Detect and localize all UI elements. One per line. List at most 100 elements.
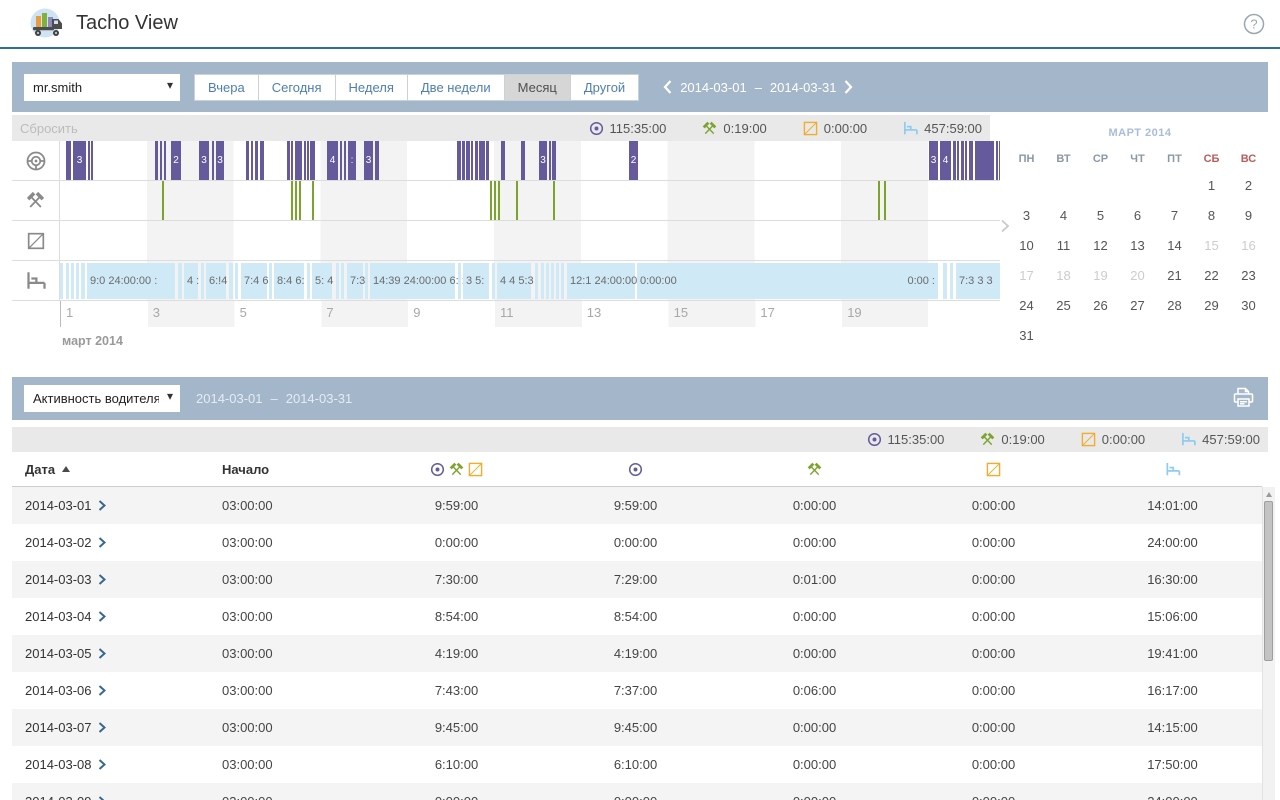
calendar-day[interactable]: 4 [1045,200,1082,230]
driving-period-bar: 3 [539,141,547,180]
app-logo-icon [28,7,66,41]
driver-select[interactable]: mr.smith [24,74,180,101]
scrollbar-up-icon[interactable] [1266,492,1272,497]
calendar-day[interactable]: 29 [1193,290,1230,320]
calendar-day[interactable]: 25 [1045,290,1082,320]
row-expand-icon[interactable] [98,500,106,511]
calendar-day[interactable]: 11 [1045,230,1082,260]
calendar-empty-cell [1119,320,1156,350]
work-period-line [553,181,555,220]
calendar-empty-cell [1082,170,1119,200]
report-date-from: 2014-03-01 [196,391,263,406]
column-header-rest[interactable] [1083,462,1262,477]
calendar-day[interactable]: 30 [1230,290,1267,320]
column-header-availability[interactable] [904,462,1083,477]
reset-button[interactable]: Сбросить [20,121,78,136]
table-row[interactable]: 2014-03-0803:00:006:10:006:10:000:00:000… [12,746,1262,783]
row-start-value: 03:00:00 [212,535,367,550]
row-expand-icon[interactable] [98,611,106,622]
driving-period-bar [310,141,315,180]
range-button[interactable]: Сегодня [259,74,336,101]
row-expand-icon[interactable] [98,759,106,770]
row-expand-icon[interactable] [98,685,106,696]
print-button[interactable] [1231,386,1256,412]
driving-period-bar: 2 [171,141,181,180]
calendar-day[interactable]: 14 [1156,230,1193,260]
driving-period-bar [501,141,505,180]
driving-period-bar: 3 [364,141,373,180]
calendar-day: 18 [1045,260,1082,290]
row-expand-icon[interactable] [98,537,106,548]
row-expand-icon[interactable] [98,722,106,733]
column-header-work[interactable] [725,462,904,477]
rest-period-bar [201,263,204,299]
work-period-line [291,181,293,220]
driving-row-label [12,141,60,180]
calendar-day[interactable]: 10 [1008,230,1045,260]
row-expand-icon[interactable] [98,796,106,800]
calendar-day[interactable]: 28 [1156,290,1193,320]
table-row[interactable]: 2014-03-0203:00:000:00:000:00:000:00:000… [12,524,1262,561]
row-date-value: 2014-03-09 [25,794,92,800]
table-scrollbar[interactable] [1262,487,1275,800]
driving-icon [867,432,882,447]
range-button[interactable]: Месяц [505,74,571,101]
range-button[interactable]: Две недели [408,74,505,101]
table-row[interactable]: 2014-03-0103:00:009:59:009:59:000:00:000… [12,487,1262,524]
rest-period-bar: 14:39 24:00:00 6: : [370,263,455,299]
row-driving-value: 7:37:00 [546,683,725,698]
table-row[interactable]: 2014-03-0403:00:008:54:008:54:000:00:000… [12,598,1262,635]
calendar-day[interactable]: 23 [1230,260,1267,290]
calendar-day[interactable]: 2 [1230,170,1267,200]
rest-icon [903,121,918,136]
row-total-value: 7:30:00 [367,572,546,587]
activity-table: Дата Начало 2014-03-0103:00:009:59:009:5… [12,452,1262,800]
calendar-day[interactable]: 7 [1156,200,1193,230]
calendar-day[interactable]: 21 [1156,260,1193,290]
calendar-day: 15 [1193,230,1230,260]
calendar-day[interactable]: 24 [1008,290,1045,320]
column-header-driving[interactable] [546,462,725,477]
calendar-day[interactable]: 9 [1230,200,1267,230]
report-type-select[interactable]: Активность водителя [24,385,180,412]
calendar-day[interactable]: 27 [1119,290,1156,320]
row-expand-icon[interactable] [98,648,106,659]
range-button[interactable]: Другой [571,74,639,101]
calendar-day[interactable]: 1 [1193,170,1230,200]
calendar-collapse-icon[interactable] [1000,219,1010,236]
calendar-day[interactable]: 26 [1082,290,1119,320]
calendar-empty-cell [1156,320,1193,350]
table-row[interactable]: 2014-03-0303:00:007:30:007:29:000:01:000… [12,561,1262,598]
scrollbar-thumb[interactable] [1264,501,1273,661]
row-expand-icon[interactable] [98,574,106,585]
rest-row: 9:0 24:00:00 :4 :6:!47:4 6:8:4 6:5: 47:3… [12,261,1000,301]
availability-row-label [12,221,60,260]
table-row[interactable]: 2014-03-0703:00:009:45:009:45:000:00:000… [12,709,1262,746]
calendar-day[interactable]: 6 [1119,200,1156,230]
help-icon[interactable]: ? [1243,13,1265,35]
range-button[interactable]: Неделя [336,74,408,101]
row-rest-value: 16:17:00 [1083,683,1262,698]
calendar-day[interactable]: 22 [1193,260,1230,290]
rest-period-bar [229,263,233,299]
range-button[interactable]: Вчера [194,74,259,101]
calendar-day[interactable]: 3 [1008,200,1045,230]
next-range-icon[interactable] [844,80,853,94]
table-totals: 115:35:000:19:000:00:00457:59:00 [867,432,1260,447]
prev-range-icon[interactable] [663,80,672,94]
row-driving-value: 7:29:00 [546,572,725,587]
driving-period-bar [975,141,994,180]
calendar-day[interactable]: 12 [1082,230,1119,260]
calendar-day[interactable]: 5 [1082,200,1119,230]
rest-period-bar: 6:!4 [206,263,226,299]
calendar-day[interactable]: 31 [1008,320,1045,350]
table-row[interactable]: 2014-03-0603:00:007:43:007:37:000:06:000… [12,672,1262,709]
calendar-day[interactable]: 13 [1119,230,1156,260]
table-row[interactable]: 2014-03-0903:00:000:00:000:00:000:00:000… [12,783,1262,800]
column-header-work-total[interactable] [367,462,546,477]
column-header-date[interactable]: Дата [12,462,212,477]
calendar-day[interactable]: 8 [1193,200,1230,230]
column-header-start[interactable]: Начало [212,462,367,477]
table-row[interactable]: 2014-03-0503:00:004:19:004:19:000:00:000… [12,635,1262,672]
work-period-line [878,181,880,220]
